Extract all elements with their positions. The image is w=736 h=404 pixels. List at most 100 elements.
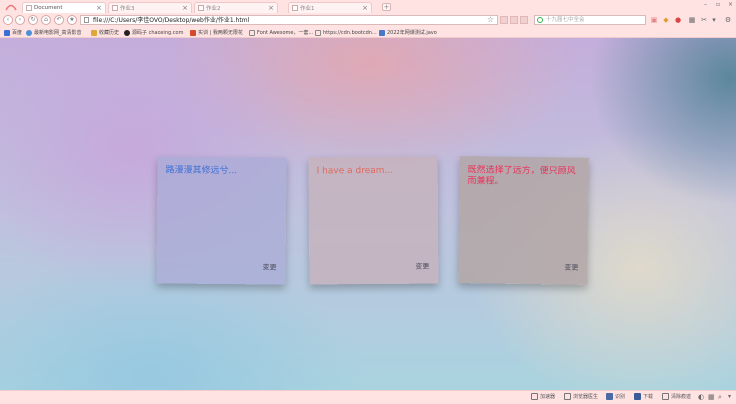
tab-label: 作业1: [300, 6, 315, 12]
forward-icon[interactable]: ›: [15, 15, 25, 25]
search-engine-icon: [537, 17, 543, 23]
close-icon[interactable]: ×: [362, 4, 368, 12]
status-bar: 加速器 浏览器医生 识别 下载 清除痕迹 ◐ ▦ ⌕ ▾: [0, 390, 736, 404]
tab-label: 作业3: [120, 6, 135, 12]
tab-document[interactable]: Document ×: [22, 2, 106, 13]
tab-bar: Document × 作业3 × 作业2 × 作业1 × + – ▫ ×: [0, 0, 736, 13]
tab-label: 作业2: [206, 6, 221, 12]
bookmark-label: 源码子 chaoxing.com: [132, 30, 184, 36]
change-button[interactable]: 变更: [262, 262, 276, 272]
card-text: 既然选择了远方，便只顾风雨兼程。: [467, 165, 576, 187]
undo-icon[interactable]: ↶: [54, 15, 64, 25]
bookmark-star-icon[interactable]: ☆: [487, 15, 494, 24]
search-placeholder: 十九届七中全会: [546, 17, 585, 23]
tab-homework1[interactable]: 作业1 ×: [288, 2, 372, 13]
page-content: 路漫漫其修远兮... 变更 I have a dream... 变更 既然选择了…: [0, 38, 736, 390]
scissors-icon[interactable]: ✂: [700, 16, 708, 24]
page-icon: [292, 5, 298, 11]
chevron-down-icon[interactable]: ▾: [710, 16, 718, 24]
address-bar[interactable]: file:///C:/Users/李佳OVO/Desktop/web作业/作业1…: [80, 15, 498, 25]
grid-icon[interactable]: ▦: [688, 16, 696, 24]
new-tab-button[interactable]: +: [382, 3, 391, 11]
zoom-icon[interactable]: ⌕: [718, 393, 722, 402]
doctor-icon: [564, 393, 571, 400]
download-button[interactable]: 下载: [634, 393, 653, 400]
note-card-1: 路漫漫其修远兮... 变更: [156, 156, 287, 285]
bookmark-label: 实训 | 我两颗无限花: [198, 30, 243, 36]
folder-icon: [91, 29, 97, 36]
change-button[interactable]: 变更: [415, 262, 429, 272]
game-icon[interactable]: ◆: [662, 16, 670, 24]
favorite-icon[interactable]: ★: [67, 15, 77, 25]
extension-red-icon[interactable]: ●: [674, 16, 682, 24]
accelerator-icon: [531, 393, 538, 400]
speaker-icon[interactable]: ◐: [698, 393, 704, 401]
page-icon: [198, 5, 204, 11]
back-icon[interactable]: ‹: [3, 15, 13, 25]
chevron-down-icon[interactable]: ▾: [728, 393, 731, 400]
change-button[interactable]: 变更: [564, 263, 578, 273]
page-icon: [315, 29, 321, 36]
baidu-icon: [4, 29, 10, 36]
download-icon: [634, 393, 641, 400]
page-icon: [249, 29, 255, 36]
close-icon[interactable]: ×: [182, 4, 188, 12]
refresh-icon[interactable]: ↻: [28, 15, 38, 25]
browser-doctor-button[interactable]: 浏览器医生: [564, 393, 598, 400]
settings-icon[interactable]: ⚙: [724, 16, 732, 24]
page-icon: [84, 17, 89, 23]
browser-logo-icon[interactable]: [4, 1, 18, 12]
search-input[interactable]: 十九届七中全会: [534, 15, 646, 25]
bookmark-baidu[interactable]: 百度: [4, 28, 22, 37]
close-window-button[interactable]: ×: [728, 1, 733, 8]
bookmark-fontawesome[interactable]: Font Awesome，一套...: [249, 28, 313, 37]
bookmark-chaoxing[interactable]: 源码子 chaoxing.com: [124, 28, 183, 37]
bookmark-label: https://cdn.bootcdn...: [323, 29, 377, 36]
page-icon: [26, 5, 32, 11]
tab-label: Document: [34, 5, 63, 11]
tab-homework3[interactable]: 作业3 ×: [108, 2, 192, 13]
status-label: 下载: [643, 394, 654, 400]
recognize-button[interactable]: 识别: [606, 393, 625, 400]
bookmark-history[interactable]: 收藏历史: [91, 28, 119, 37]
grid-small-icon[interactable]: ▦: [708, 393, 715, 401]
bookmark-label: 百度: [12, 30, 23, 36]
card-text: 路漫漫其修远兮...: [165, 165, 238, 177]
chaoxing-icon: [124, 29, 130, 36]
status-label: 加速器: [540, 394, 556, 400]
bookmark-label: 收藏历史: [99, 30, 120, 36]
navigation-toolbar: ‹ › ↻ ⌂ ↶ ★ file:///C:/Users/李佳OVO/Deskt…: [0, 13, 736, 27]
tab-homework2[interactable]: 作业2 ×: [194, 2, 278, 13]
bookmark-label: 2022年网课测试.javo: [387, 30, 437, 36]
extension-icon[interactable]: [510, 16, 518, 24]
recognize-icon: [606, 393, 613, 400]
close-icon[interactable]: ×: [268, 4, 274, 12]
bookmark-movies[interactable]: 最新电影网_高清影音: [26, 28, 82, 37]
card-text: I have a dream...: [316, 165, 394, 177]
bookmark-label: Font Awesome，一套...: [257, 30, 314, 36]
broom-icon: [662, 393, 669, 400]
status-label: 识别: [615, 394, 626, 400]
note-card-3: 既然选择了远方，便只顾风雨兼程。 变更: [458, 156, 589, 285]
bookmarks-bar: 百度 最新电影网_高清影音 收藏历史 源码子 chaoxing.com 实训 |…: [0, 27, 736, 38]
note-card-2: I have a dream... 变更: [308, 156, 439, 285]
maximize-button[interactable]: ▫: [716, 1, 720, 8]
bookmark-training[interactable]: 实训 | 我两颗无限花: [190, 28, 243, 37]
status-label: 浏览器医生: [573, 394, 599, 400]
home-icon[interactable]: ⌂: [41, 15, 51, 25]
accelerator-button[interactable]: 加速器: [531, 393, 555, 400]
extension-icon[interactable]: [500, 16, 508, 24]
bookmark-label: 最新电影网_高清影音: [34, 30, 82, 36]
bookmark-bootcdn[interactable]: https://cdn.bootcdn...: [315, 28, 377, 37]
sidebar-icon[interactable]: ▣: [650, 16, 658, 24]
clear-traces-button[interactable]: 清除痕迹: [662, 393, 691, 400]
close-icon[interactable]: ×: [96, 4, 102, 12]
url-text: file:///C:/Users/李佳OVO/Desktop/web作业/作业1…: [93, 17, 250, 24]
minimize-button[interactable]: –: [704, 1, 707, 8]
avatar-icon: [190, 29, 196, 36]
calendar-icon: [379, 29, 385, 36]
extension-icon[interactable]: [520, 16, 528, 24]
page-icon: [112, 5, 118, 11]
status-label: 清除痕迹: [671, 394, 692, 400]
bookmark-course[interactable]: 2022年网课测试.javo: [379, 28, 437, 37]
